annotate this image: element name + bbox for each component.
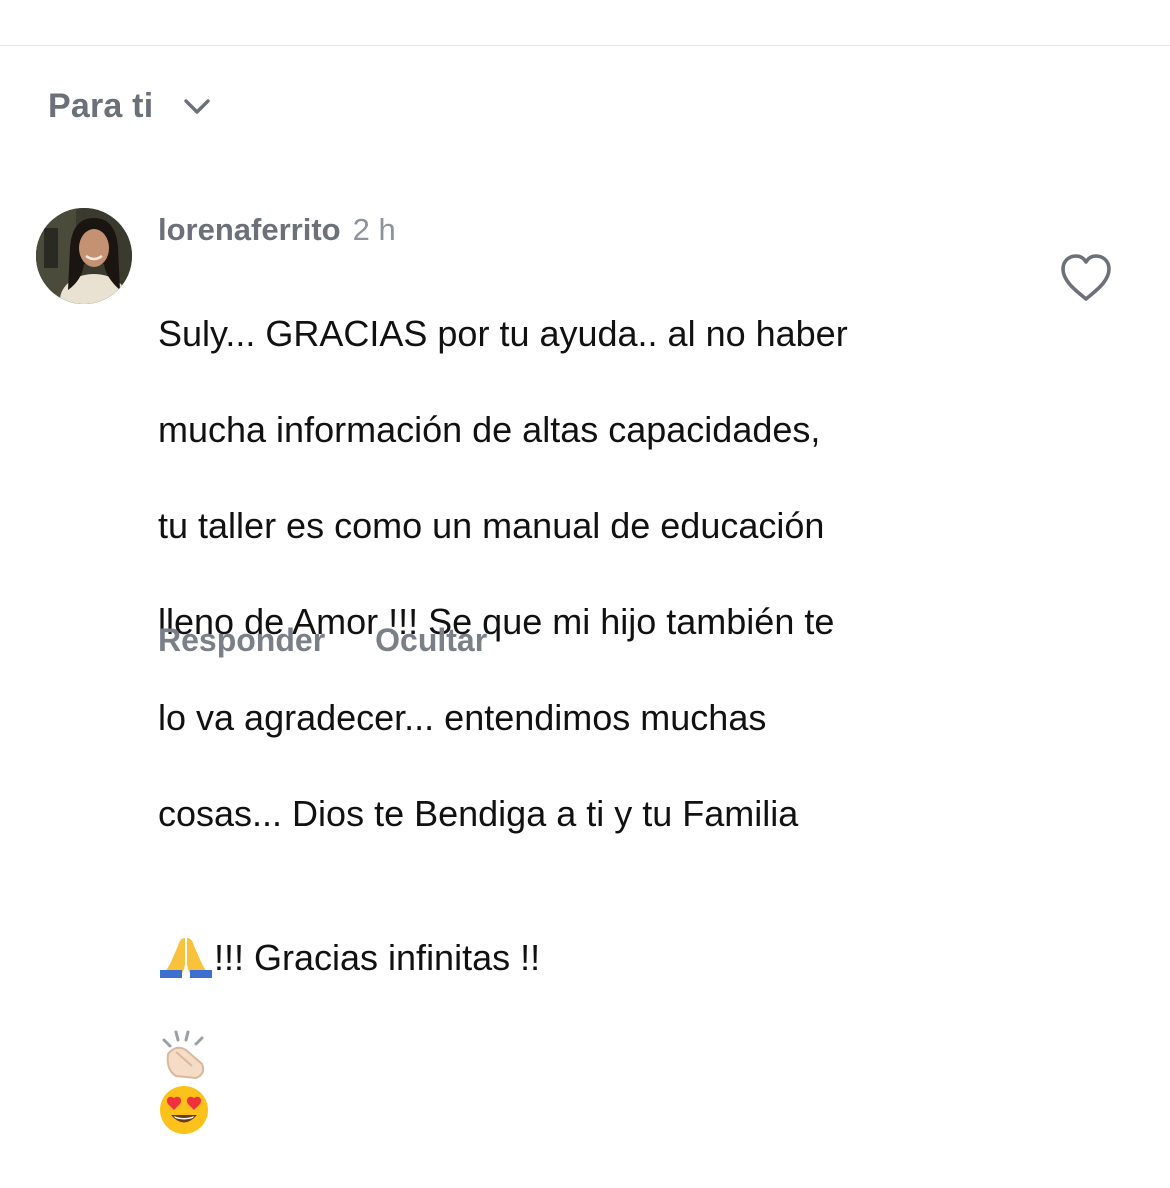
sort-dropdown[interactable]: Para ti bbox=[48, 84, 213, 128]
top-divider bbox=[0, 45, 1170, 46]
avatar[interactable] bbox=[36, 208, 132, 304]
sort-label: Para ti bbox=[48, 86, 154, 125]
heart-eyes-face-icon bbox=[160, 1086, 208, 1134]
praying-hands-icon bbox=[160, 938, 212, 978]
reply-button[interactable]: Responder bbox=[158, 622, 325, 659]
clapping-hands-icon bbox=[162, 1030, 205, 1080]
comment: lorenaferrito 2 h Suly... GRACIAS por tu… bbox=[158, 208, 1038, 1188]
comment-meta: lorenaferrito 2 h bbox=[158, 208, 1038, 252]
comment-line: lo va agradecer... entendimos muchas bbox=[158, 697, 767, 738]
comment-line: Suly... GRACIAS por tu ayuda.. al no hab… bbox=[158, 313, 848, 354]
comment-username[interactable]: lorenaferrito bbox=[158, 212, 341, 248]
avatar-photo bbox=[36, 208, 132, 304]
comment-line: mucha información de altas capacidades, bbox=[158, 409, 821, 450]
comment-actions: Responder Ocultar bbox=[158, 622, 487, 659]
comment-last-text: !!! Gracias infinitas !! bbox=[214, 937, 541, 978]
chevron-down-icon bbox=[184, 99, 211, 114]
heart-outline-icon[interactable] bbox=[1058, 252, 1114, 304]
comment-line-last: !!! Gracias infinitas !! bbox=[158, 886, 1038, 1140]
comment-line: tu taller es como un manual de educación bbox=[158, 505, 825, 546]
hide-button[interactable]: Ocultar bbox=[375, 622, 487, 659]
comment-line: cosas... Dios te Bendiga a ti y tu Famil… bbox=[158, 793, 799, 834]
comment-text: Suly... GRACIAS por tu ayuda.. al no hab… bbox=[158, 262, 1038, 1188]
comment-timestamp: 2 h bbox=[352, 212, 396, 247]
